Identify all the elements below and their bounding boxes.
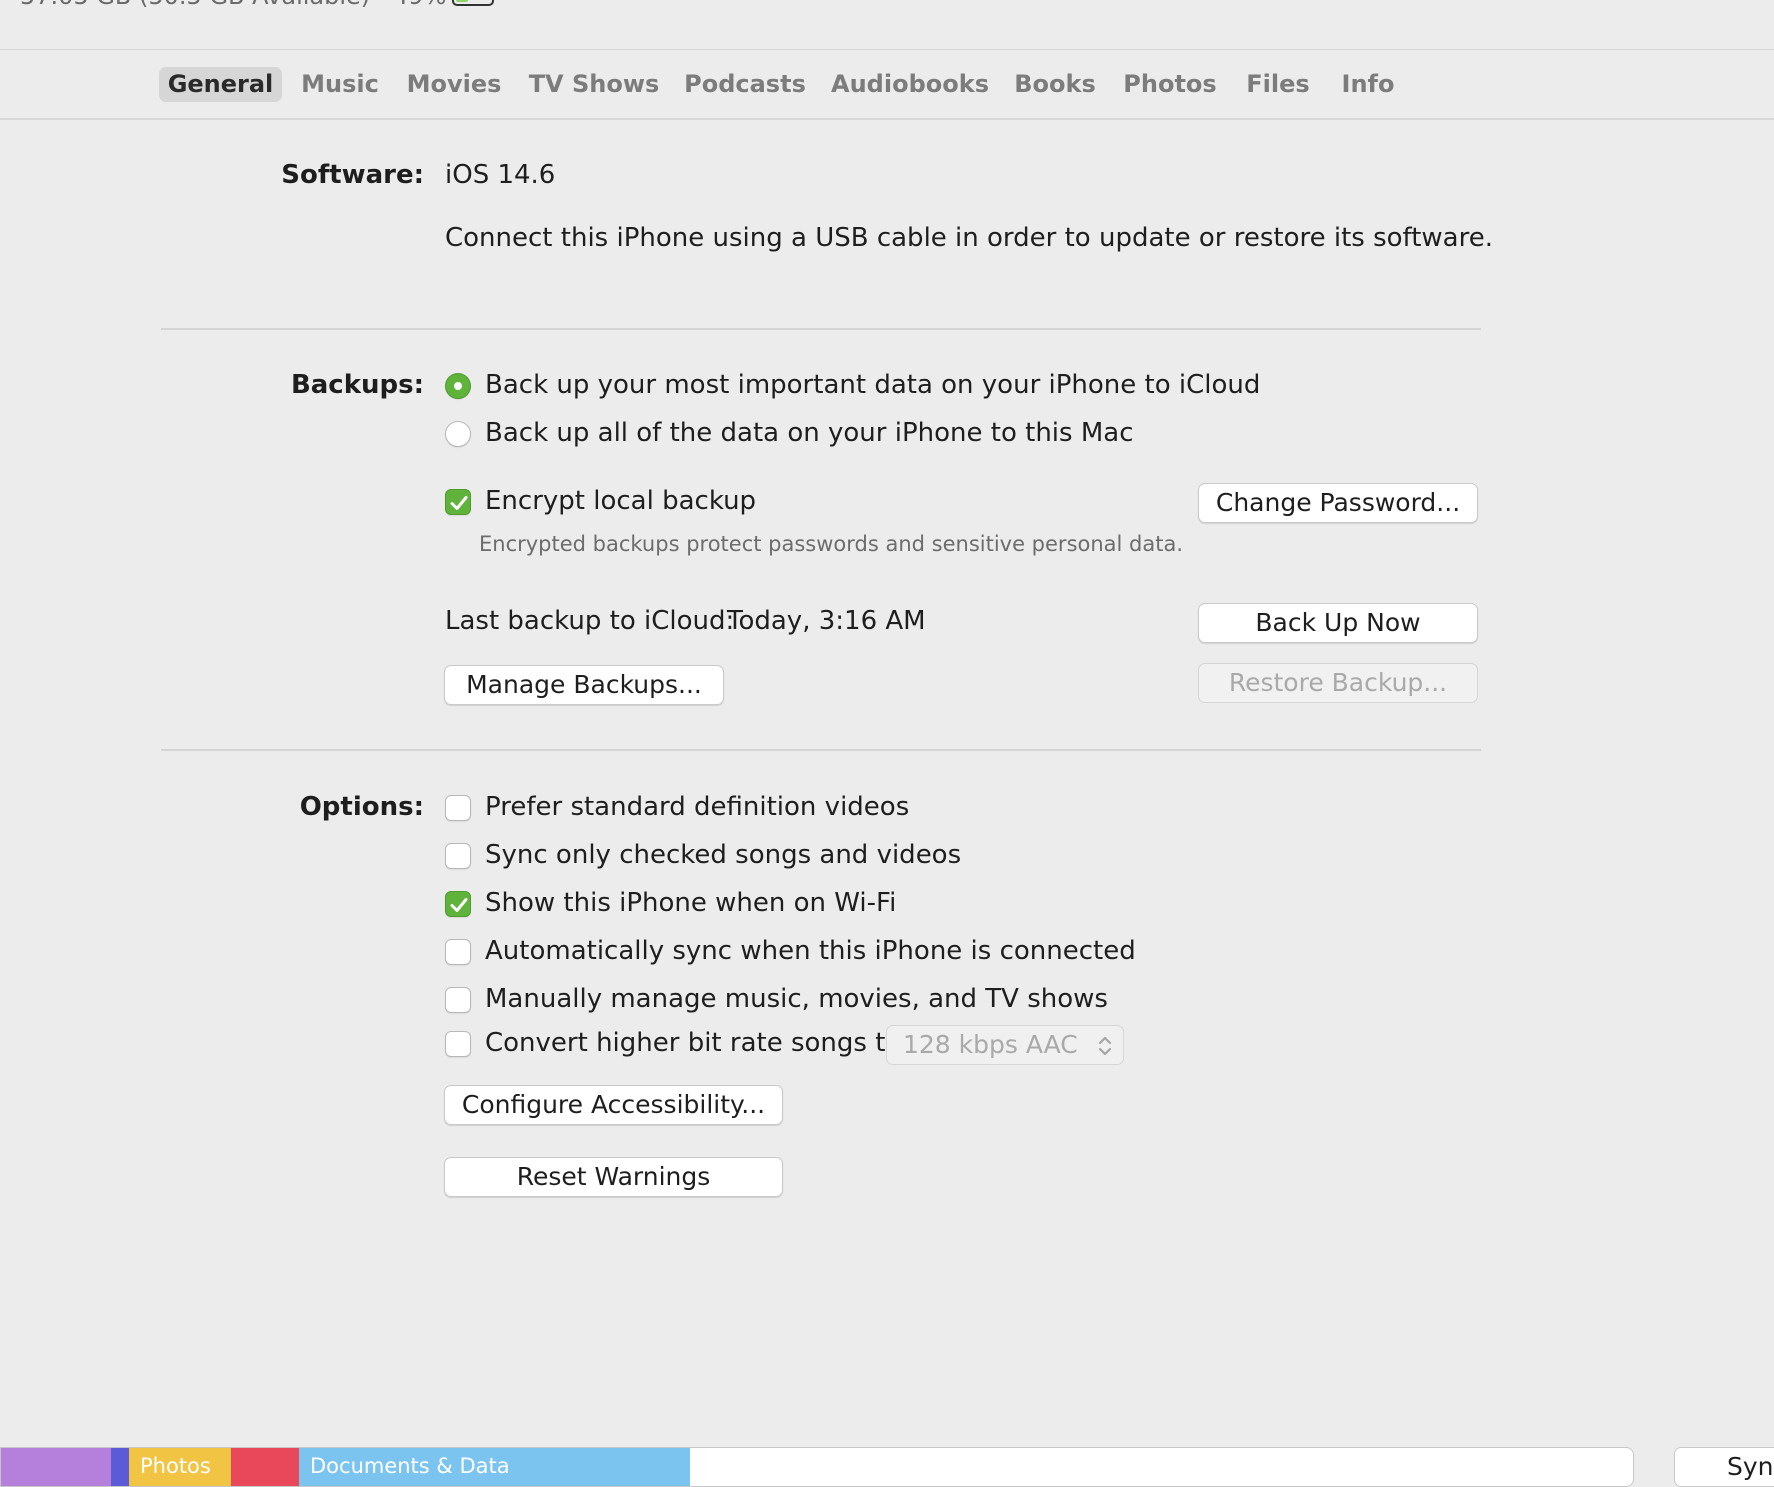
radio-backup-mac[interactable] xyxy=(445,421,471,447)
tab-info[interactable]: Info xyxy=(1336,67,1400,102)
software-version: iOS 14.6 xyxy=(445,160,556,190)
bitrate-select[interactable]: 128 kbps AAC xyxy=(886,1025,1124,1065)
storage-segment-documents: Documents & Data xyxy=(299,1448,690,1486)
checkmark-icon xyxy=(450,898,468,912)
last-backup-value: Today, 3:16 AM xyxy=(727,606,926,636)
battery-icon xyxy=(452,0,494,6)
storage-summary-text: 57.05 GB (50.5 GB Available) · 49% xyxy=(20,0,446,10)
option-standard-definition-label[interactable]: Prefer standard definition videos xyxy=(485,792,909,822)
backups-section-label: Backups: xyxy=(290,370,424,400)
checkbox-auto-sync[interactable] xyxy=(445,939,471,965)
tab-photos[interactable]: Photos xyxy=(1120,67,1220,102)
storage-segment-apps xyxy=(111,1448,129,1486)
radio-backup-mac-label[interactable]: Back up all of the data on your iPhone t… xyxy=(485,418,1134,448)
tab-podcasts[interactable]: Podcasts xyxy=(681,67,809,102)
last-backup-label: Last backup to iCloud: xyxy=(445,606,735,636)
option-convert-bitrate-label[interactable]: Convert higher bit rate songs to xyxy=(485,1028,901,1058)
storage-segment-audio xyxy=(1,1448,111,1486)
tab-movies[interactable]: Movies xyxy=(401,67,507,102)
chevron-up-down-icon xyxy=(1098,1036,1112,1056)
bitrate-select-value: 128 kbps AAC xyxy=(903,1030,1078,1059)
checkbox-show-on-wifi[interactable] xyxy=(445,891,471,917)
software-section-label: Software: xyxy=(281,160,424,190)
back-up-now-button[interactable]: Back Up Now xyxy=(1198,603,1478,643)
software-message: Connect this iPhone using a USB cable in… xyxy=(445,223,1493,253)
tab-general[interactable]: General xyxy=(159,67,282,102)
radio-backup-icloud-label[interactable]: Back up your most important data on your… xyxy=(485,370,1260,400)
restore-backup-button[interactable]: Restore Backup... xyxy=(1198,663,1478,703)
device-summary-bar: 57.05 GB (50.5 GB Available) · 49% xyxy=(0,0,1774,50)
manage-backups-button[interactable]: Manage Backups... xyxy=(444,665,724,705)
tab-files[interactable]: Files xyxy=(1240,67,1316,102)
checkmark-icon xyxy=(450,496,468,510)
tab-audiobooks[interactable]: Audiobooks xyxy=(829,67,991,102)
options-section-label: Options: xyxy=(299,792,424,822)
option-show-on-wifi-label[interactable]: Show this iPhone when on Wi-Fi xyxy=(485,888,896,918)
change-password-button[interactable]: Change Password... xyxy=(1198,483,1478,523)
option-manual-manage-label[interactable]: Manually manage music, movies, and TV sh… xyxy=(485,984,1108,1014)
storage-segment-photos: Photos xyxy=(129,1448,231,1486)
tab-tv-shows[interactable]: TV Shows xyxy=(526,67,662,102)
encrypt-backup-label[interactable]: Encrypt local backup xyxy=(485,486,756,516)
checkbox-manual-manage[interactable] xyxy=(445,987,471,1013)
radio-backup-icloud[interactable] xyxy=(445,373,471,399)
tab-music[interactable]: Music xyxy=(296,67,384,102)
storage-segment-other xyxy=(231,1448,299,1486)
option-auto-sync-label[interactable]: Automatically sync when this iPhone is c… xyxy=(485,936,1136,966)
sync-button[interactable]: Sync xyxy=(1674,1447,1774,1487)
checkbox-sync-checked[interactable] xyxy=(445,843,471,869)
reset-warnings-button[interactable]: Reset Warnings xyxy=(444,1157,783,1197)
checkbox-convert-bitrate[interactable] xyxy=(445,1031,471,1057)
tab-bar: General Music Movies TV Shows Podcasts A… xyxy=(0,50,1774,120)
configure-accessibility-button[interactable]: Configure Accessibility... xyxy=(444,1085,783,1125)
checkbox-encrypt-backup[interactable] xyxy=(445,489,471,515)
option-sync-checked-label[interactable]: Sync only checked songs and videos xyxy=(485,840,961,870)
checkbox-standard-definition[interactable] xyxy=(445,795,471,821)
storage-usage-bar: Photos Documents & Data xyxy=(0,1447,1634,1487)
section-divider xyxy=(161,328,1481,330)
tab-books[interactable]: Books xyxy=(1010,67,1100,102)
section-divider xyxy=(161,749,1481,751)
encrypt-backup-note: Encrypted backups protect passwords and … xyxy=(479,532,1184,556)
